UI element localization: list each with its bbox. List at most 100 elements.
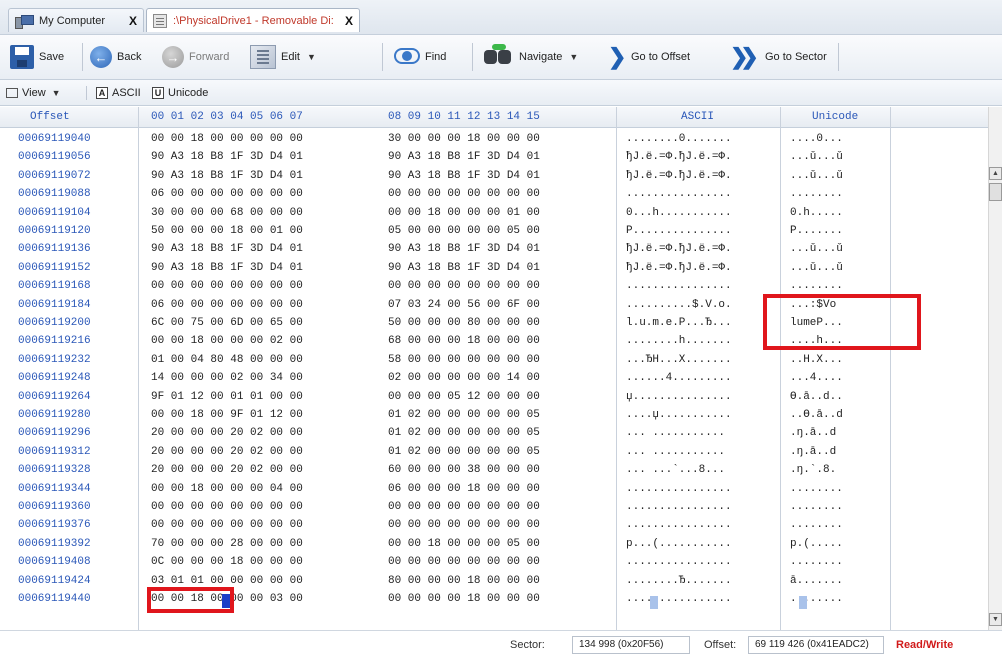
ascii-cell[interactable]: ................	[626, 498, 732, 516]
hex-cell-group-2[interactable]: 00 00 00 00 00 00 00 00	[388, 185, 540, 203]
table-row[interactable]: 00069119264 9F 01 12 00 01 01 00 00 00 00 …	[0, 388, 980, 406]
ascii-cell[interactable]: ......4.........	[626, 369, 732, 387]
ascii-cell[interactable]: l.u.m.e.P...Ђ...	[626, 314, 732, 332]
ascii-cell[interactable]: ................	[626, 277, 732, 295]
ascii-cell[interactable]: ... ...`...8...	[626, 461, 725, 479]
unicode-cell[interactable]: ...ǔ...ǔ	[790, 259, 843, 277]
unicode-cell[interactable]: ..Ɵ.ā..d	[790, 406, 843, 424]
unicode-cell[interactable]: ........	[790, 498, 843, 516]
hex-cell-group-2[interactable]: 50 00 00 00 80 00 00 00	[388, 314, 540, 332]
hex-grid[interactable]: Offset 00 01 02 03 04 05 06 07 08 09 10 …	[0, 107, 1002, 630]
hex-cell-group-1[interactable]: 20 00 00 00 20 02 00 00	[151, 443, 303, 461]
hex-cell-group-1[interactable]: 01 00 04 80 48 00 00 00	[151, 351, 303, 369]
ascii-cell[interactable]: ... ...........	[626, 443, 725, 461]
hex-cell-group-2[interactable]: 06 00 00 00 18 00 00 00	[388, 480, 540, 498]
table-row[interactable]: 00069119104 30 00 00 00 68 00 00 00 00 00 …	[0, 204, 980, 222]
hex-cell-group-2[interactable]: 90 A3 18 B8 1F 3D D4 01	[388, 240, 540, 258]
hex-cell-group-2[interactable]: 68 00 00 00 18 00 00 00	[388, 332, 540, 350]
unicode-cell[interactable]: ā.......	[790, 572, 843, 590]
view-menu[interactable]: View ▼	[6, 84, 61, 102]
ascii-cell[interactable]: 0...h...........	[626, 204, 732, 222]
table-row[interactable]: 00069119152 90 A3 18 B8 1F 3D D4 01 90 A3 …	[0, 259, 980, 277]
table-row[interactable]: 00069119136 90 A3 18 B8 1F 3D D4 01 90 A3 …	[0, 240, 980, 258]
hex-cell-group-1[interactable]: 30 00 00 00 68 00 00 00	[151, 204, 303, 222]
hex-cell-group-2[interactable]: 00 00 00 00 00 00 00 00	[388, 277, 540, 295]
hex-cell-group-1[interactable]: 50 00 00 00 18 00 01 00	[151, 222, 303, 240]
hex-cell-group-1[interactable]: 90 A3 18 B8 1F 3D D4 01	[151, 148, 303, 166]
unicode-cell[interactable]: p.(.....	[790, 535, 843, 553]
scroll-up-icon[interactable]: ▲	[989, 167, 1002, 180]
table-row[interactable]: 00069119120 50 00 00 00 18 00 01 00 05 00 …	[0, 222, 980, 240]
ascii-cell[interactable]: ђЈ.ё.=Ф.ђЈ.ё.=Ф.	[626, 167, 732, 185]
table-row[interactable]: 00069119392 70 00 00 00 28 00 00 00 00 00 …	[0, 535, 980, 553]
hex-cell-group-1[interactable]: 00 00 00 00 00 00 00 00	[151, 277, 303, 295]
hex-cell-group-2[interactable]: 90 A3 18 B8 1F 3D D4 01	[388, 148, 540, 166]
ascii-cell[interactable]: ................	[626, 590, 732, 608]
ascii-cell[interactable]: P...............	[626, 222, 732, 240]
ascii-cell[interactable]: ................	[626, 185, 732, 203]
edit-button[interactable]: Edit ▼	[246, 41, 320, 73]
table-row[interactable]: 00069119088 06 00 00 00 00 00 00 00 00 00 …	[0, 185, 980, 203]
hex-cell-group-2[interactable]: 01 02 00 00 00 00 00 05	[388, 424, 540, 442]
unicode-cell[interactable]: .ŋ.`.8.	[790, 461, 836, 479]
ascii-cell[interactable]: ..........$.V.o.	[626, 296, 732, 314]
unicode-cell[interactable]: ...ǔ...ǔ	[790, 148, 843, 166]
unicode-cell[interactable]: ........	[790, 553, 843, 571]
unicode-cell[interactable]: ........	[790, 185, 843, 203]
hex-cell-group-1[interactable]: 00 00 00 00 00 00 00 00	[151, 498, 303, 516]
hex-cell-group-2[interactable]: 05 00 00 00 00 00 05 00	[388, 222, 540, 240]
navigate-button[interactable]: Navigate ▼	[478, 41, 582, 73]
hex-cell-group-2[interactable]: 00 00 00 00 00 00 00 00	[388, 553, 540, 571]
unicode-cell[interactable]: P.......	[790, 222, 843, 240]
save-button[interactable]: Save	[6, 41, 68, 73]
unicode-cell[interactable]: 0.h.....	[790, 204, 843, 222]
hex-cell-group-1[interactable]: 06 00 00 00 00 00 00 00	[151, 185, 303, 203]
ascii-cell[interactable]: ................	[626, 480, 732, 498]
hex-cell-group-2[interactable]: 00 00 18 00 00 00 05 00	[388, 535, 540, 553]
unicode-cell[interactable]: ...ǔ...ǔ	[790, 167, 843, 185]
scroll-down-icon[interactable]: ▼	[989, 613, 1002, 626]
ascii-cell[interactable]: ....џ...........	[626, 406, 732, 424]
ascii-cell[interactable]: ................	[626, 516, 732, 534]
hex-cell-group-2[interactable]: 01 02 00 00 00 00 00 05	[388, 406, 540, 424]
back-button[interactable]: ← Back	[86, 41, 145, 73]
table-row[interactable]: 00069119312 20 00 00 00 20 02 00 00 01 02 …	[0, 443, 980, 461]
hex-cell-group-2[interactable]: 01 02 00 00 00 00 00 05	[388, 443, 540, 461]
hex-cell-group-1[interactable]: 20 00 00 00 20 02 00 00	[151, 424, 303, 442]
hex-cell-group-1[interactable]: 90 A3 18 B8 1F 3D D4 01	[151, 240, 303, 258]
unicode-cell[interactable]: ...ǔ...ǔ	[790, 240, 843, 258]
hex-cell-group-1[interactable]: 00 00 00 00 00 00 00 00	[151, 516, 303, 534]
hex-cell-group-1[interactable]: 9F 01 12 00 01 01 00 00	[151, 388, 303, 406]
scroll-thumb[interactable]	[989, 183, 1002, 201]
ascii-cell[interactable]: ........h.......	[626, 332, 732, 350]
table-row[interactable]: 00069119408 0C 00 00 00 18 00 00 00 00 00 …	[0, 553, 980, 571]
table-row[interactable]: 00069119168 00 00 00 00 00 00 00 00 00 00 …	[0, 277, 980, 295]
tab-physical-drive[interactable]: :\PhysicalDrive1 - Removable Di: X	[146, 8, 360, 32]
ascii-cell[interactable]: ... ...........	[626, 424, 725, 442]
hex-cell-group-2[interactable]: 30 00 00 00 18 00 00 00	[388, 130, 540, 148]
hex-cell-group-2[interactable]: 90 A3 18 B8 1F 3D D4 01	[388, 167, 540, 185]
hex-cell-group-1[interactable]: 6C 00 75 00 6D 00 65 00	[151, 314, 303, 332]
table-row[interactable]: 00069119280 00 00 18 00 9F 01 12 00 01 02 …	[0, 406, 980, 424]
hex-cell-group-2[interactable]: 90 A3 18 B8 1F 3D D4 01	[388, 259, 540, 277]
hex-cell-group-2[interactable]: 00 00 00 00 00 00 00 00	[388, 498, 540, 516]
hex-cell-group-1[interactable]: 90 A3 18 B8 1F 3D D4 01	[151, 259, 303, 277]
hex-cell-group-2[interactable]: 07 03 24 00 56 00 6F 00	[388, 296, 540, 314]
table-row[interactable]: 00069119344 00 00 18 00 00 00 04 00 06 00 …	[0, 480, 980, 498]
hex-cell-group-2[interactable]: 58 00 00 00 00 00 00 00	[388, 351, 540, 369]
unicode-cell[interactable]: ....0...	[790, 130, 843, 148]
hex-cell-group-1[interactable]: 00 00 18 00 00 00 02 00	[151, 332, 303, 350]
go-to-offset-button[interactable]: ❯ Go to Offset	[604, 41, 694, 73]
ascii-toggle[interactable]: A ASCII	[96, 84, 141, 102]
tab-my-computer[interactable]: My Computer X	[8, 8, 144, 32]
go-to-sector-button[interactable]: ❯❯ Go to Sector	[726, 41, 831, 73]
ascii-cell[interactable]: ђЈ.ё.=Ф.ђЈ.ё.=Ф.	[626, 240, 732, 258]
hex-cell-group-1[interactable]: 00 00 18 00 00 00 04 00	[151, 480, 303, 498]
ascii-cell[interactable]: ........0.......	[626, 130, 732, 148]
ascii-cell[interactable]: џ...............	[626, 388, 732, 406]
hex-cell-group-1[interactable]: 70 00 00 00 28 00 00 00	[151, 535, 303, 553]
unicode-cell[interactable]: .ŋ.ā..d	[790, 443, 836, 461]
table-row[interactable]: 00069119376 00 00 00 00 00 00 00 00 00 00 …	[0, 516, 980, 534]
hex-cell-group-2[interactable]: 00 00 00 05 12 00 00 00	[388, 388, 540, 406]
hex-cell-group-1[interactable]: 0C 00 00 00 18 00 00 00	[151, 553, 303, 571]
